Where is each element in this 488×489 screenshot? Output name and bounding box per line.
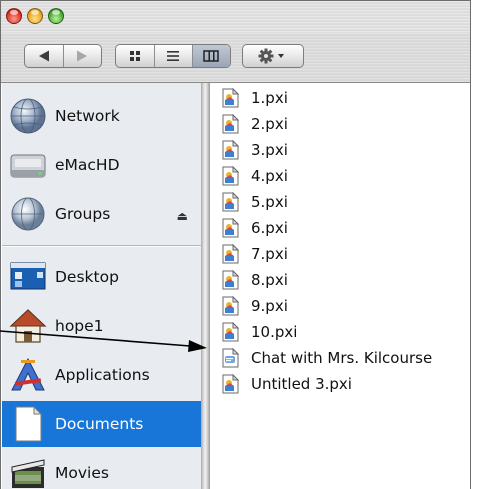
gear-icon	[258, 48, 284, 64]
sidebar-item-label: Groups	[55, 205, 111, 223]
forward-arrow-icon	[77, 50, 88, 62]
sidebar-item-movies[interactable]: Movies	[2, 450, 201, 489]
file-name: 6.pxi	[251, 219, 288, 237]
applications-icon	[9, 356, 47, 394]
sidebar-item-label: eMacHD	[55, 156, 120, 174]
file-column: 1.pxi 2.pxi 3.pxi 4.pxi 5.pxi 6.pxi 7.pxi 8.pxi…	[210, 83, 470, 489]
pxi-file-icon	[222, 191, 240, 212]
toolbar	[1, 33, 470, 83]
close-button[interactable]	[6, 8, 22, 24]
minimize-button[interactable]	[27, 8, 43, 24]
title-bar[interactable]	[1, 1, 470, 33]
pxi-file-icon	[222, 321, 240, 342]
sidebar-item-emachd[interactable]: eMacHD	[2, 142, 201, 188]
view-mode-control	[115, 44, 231, 68]
eject-icon[interactable]: ⏏	[177, 209, 188, 223]
file-name: 5.pxi	[251, 193, 288, 211]
back-button[interactable]	[25, 45, 63, 67]
file-row[interactable]: 7.pxi	[222, 241, 288, 267]
file-row[interactable]: 3.pxi	[222, 137, 288, 163]
action-button-face[interactable]	[243, 45, 303, 67]
file-name: 3.pxi	[251, 141, 288, 159]
pxi-file-icon	[222, 373, 240, 394]
pxi-file-icon	[222, 165, 240, 186]
file-name: 2.pxi	[251, 115, 288, 133]
sidebar-item-hope1[interactable]: hope1	[2, 303, 201, 349]
sidebar-item-label: Desktop	[55, 268, 119, 286]
back-forward-control	[24, 44, 102, 68]
sidebar-item-documents[interactable]: Documents	[2, 401, 201, 447]
file-row[interactable]: 9.pxi	[222, 293, 288, 319]
chat-file-icon	[222, 347, 240, 368]
sidebar-item-label: Applications	[55, 366, 150, 384]
file-name: Chat with Mrs. Kilcourse	[251, 349, 433, 367]
back-arrow-icon	[38, 50, 49, 62]
pxi-file-icon	[222, 217, 240, 238]
list-view-button[interactable]	[153, 45, 192, 67]
file-row[interactable]: Chat with Mrs. Kilcourse	[222, 345, 432, 371]
home-icon	[9, 307, 47, 345]
column-view-icon	[203, 50, 220, 62]
file-name: 7.pxi	[251, 245, 288, 263]
sidebar-item-label: Network	[55, 107, 120, 125]
pxi-file-icon	[222, 139, 240, 160]
file-row[interactable]: 2.pxi	[222, 111, 288, 137]
file-row[interactable]: 6.pxi	[222, 215, 288, 241]
file-row[interactable]: 8.pxi	[222, 267, 288, 293]
hard-drive-icon	[9, 146, 47, 184]
column-view-button[interactable]	[191, 45, 230, 67]
sidebar-divider	[2, 245, 201, 247]
desktop-icon	[9, 258, 47, 296]
finder-window: Network eMacHD Groups ⏏ Desktop hope1 Applicat…	[0, 0, 471, 489]
file-row[interactable]: 4.pxi	[222, 163, 288, 189]
icon-view-icon	[129, 51, 140, 61]
sidebar-item-applications[interactable]: Applications	[2, 352, 201, 398]
sidebar-item-label: Movies	[55, 464, 109, 482]
network-globe-icon	[9, 97, 47, 135]
forward-button[interactable]	[62, 45, 101, 67]
movies-icon	[9, 454, 47, 489]
file-name: 4.pxi	[251, 167, 288, 185]
sidebar-item-network[interactable]: Network	[2, 93, 201, 139]
pxi-file-icon	[222, 243, 240, 264]
file-row[interactable]: 5.pxi	[222, 189, 288, 215]
pxi-file-icon	[222, 269, 240, 290]
file-name: 1.pxi	[251, 89, 288, 107]
groups-globe-icon	[9, 195, 47, 233]
file-row[interactable]: Untitled 3.pxi	[222, 371, 352, 397]
pxi-file-icon	[222, 87, 240, 108]
file-name: Untitled 3.pxi	[251, 375, 352, 393]
file-name: 10.pxi	[251, 323, 298, 341]
sidebar-item-label: hope1	[55, 317, 104, 335]
screenshot-stage: Network eMacHD Groups ⏏ Desktop hope1 Applicat…	[0, 0, 488, 489]
sidebar-item-groups[interactable]: Groups ⏏	[2, 191, 201, 237]
file-row[interactable]: 10.pxi	[222, 319, 297, 345]
zoom-button[interactable]	[48, 8, 64, 24]
sidebar-item-label: Documents	[55, 415, 144, 433]
column-splitter[interactable]	[201, 83, 210, 489]
pxi-file-icon	[222, 113, 240, 134]
list-view-icon	[167, 51, 180, 61]
sidebar: Network eMacHD Groups ⏏ Desktop hope1 Applicat…	[2, 83, 201, 489]
action-menu-button[interactable]	[242, 44, 304, 68]
file-row[interactable]: 1.pxi	[222, 85, 288, 111]
pxi-file-icon	[222, 295, 240, 316]
documents-icon	[9, 405, 47, 443]
sidebar-item-desktop[interactable]: Desktop	[2, 254, 201, 300]
file-name: 9.pxi	[251, 297, 288, 315]
icon-view-button[interactable]	[116, 45, 154, 67]
file-name: 8.pxi	[251, 271, 288, 289]
